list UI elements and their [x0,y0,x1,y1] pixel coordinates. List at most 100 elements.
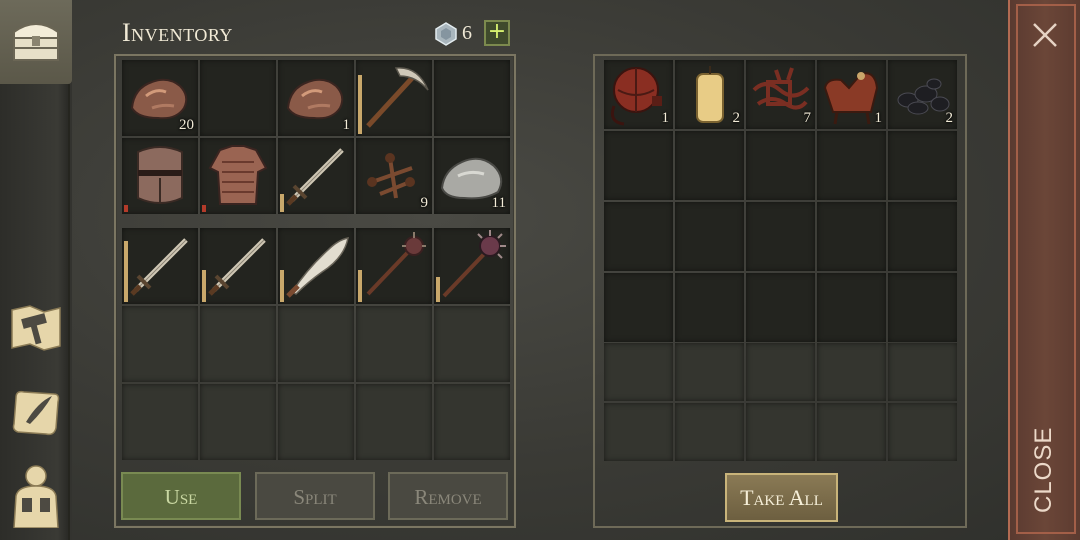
empty-slot[interactable] [746,273,815,342]
item-slot-saddle[interactable]: 1 [817,60,886,129]
close-label[interactable]: CLOSE [1030,420,1062,520]
empty-slot[interactable] [817,343,886,401]
empty-slot[interactable] [746,343,815,401]
empty-slot[interactable] [200,60,276,136]
item-count: 7 [803,110,812,126]
empty-slot[interactable] [817,202,886,271]
empty-slot[interactable] [434,60,510,136]
item-count: 20 [179,117,194,133]
split-button[interactable]: Split [255,472,375,520]
close-icon[interactable] [1030,20,1060,50]
empty-slot[interactable] [675,202,744,271]
empty-slot[interactable] [746,202,815,271]
empty-slot[interactable] [434,306,510,382]
gem-currency: 6 + [434,20,514,48]
item-slot-candle[interactable]: 2 [675,60,744,129]
empty-slot[interactable] [817,403,886,461]
pickaxe-icon [366,67,429,128]
inventory-weapon-row [122,228,510,304]
item-slot-chainmail[interactable] [200,138,276,214]
morningstar-icon [442,230,506,298]
empty-slot[interactable] [604,273,673,342]
close-panel[interactable]: CLOSE [1008,0,1080,540]
add-gems-button[interactable]: + [484,20,510,46]
inventory-title: Inventory [122,18,233,47]
empty-slot[interactable] [434,384,510,460]
empty-slot[interactable] [675,131,744,200]
empty-slot[interactable] [888,202,957,271]
sidebar-tab-inventory[interactable] [0,0,72,84]
empty-slot[interactable] [604,403,673,461]
item-slot-mace[interactable] [356,228,432,304]
hammer-map-icon [11,305,61,351]
empty-slot[interactable] [817,273,886,342]
sidebar-tab-crafting[interactable] [8,300,64,356]
inventory-empty-slots [122,306,510,460]
gem-count: 6 [462,22,472,44]
sword-icon [130,238,188,296]
item-count: 9 [420,195,429,211]
item-slot-stone[interactable]: 11 [434,138,510,214]
empty-slot[interactable] [675,343,744,401]
empty-slot[interactable] [817,131,886,200]
item-slot-great-helm[interactable] [122,138,198,214]
sidebar-tab-character[interactable] [8,462,64,529]
sidebar [0,0,72,540]
item-slot-copper-ore[interactable]: 1 [278,60,354,136]
empty-slot[interactable] [278,306,354,382]
sword-icon [208,238,266,296]
empty-slot[interactable] [746,131,815,200]
use-button[interactable]: Use [121,472,241,520]
character-backpack-icon [13,465,59,529]
mace-icon [366,232,426,296]
durability-bar [436,277,440,302]
item-slot-sword[interactable] [122,228,198,304]
item-slot-scimitar[interactable] [278,228,354,304]
item-slot-morningstar[interactable] [434,228,510,304]
empty-slot[interactable] [675,273,744,342]
empty-slot[interactable] [200,306,276,382]
empty-slot[interactable] [604,343,673,401]
inventory-grid: 20 1 9 11 [122,60,510,214]
durability-bar [280,194,284,212]
remove-button[interactable]: Remove [388,472,508,520]
gem-icon [435,22,457,46]
empty-slot[interactable] [675,403,744,461]
container-locked-slots [604,343,957,461]
empty-slot[interactable] [278,384,354,460]
empty-slot[interactable] [746,403,815,461]
durability-bar [124,205,128,212]
sword-icon [286,148,344,206]
empty-slot[interactable] [888,131,957,200]
item-count: 1 [661,110,670,126]
empty-slot[interactable] [356,306,432,382]
item-slot-pickaxe[interactable] [356,60,432,136]
item-slot-sword[interactable] [278,138,354,214]
durability-bar [358,75,362,134]
sidebar-tab-quests[interactable] [8,384,64,440]
item-slot-leather-flask[interactable]: 1 [604,60,673,129]
item-slot-sword[interactable] [200,228,276,304]
empty-slot[interactable] [122,306,198,382]
item-count: 11 [491,195,506,211]
item-count: 2 [945,110,954,126]
empty-slot[interactable] [356,384,432,460]
great-helm-icon [137,146,183,204]
empty-slot[interactable] [200,384,276,460]
item-count: 1 [874,110,883,126]
container-grid: 12712 [604,60,957,342]
empty-slot[interactable] [604,202,673,271]
item-slot-coal[interactable]: 2 [888,60,957,129]
empty-slot[interactable] [604,131,673,200]
empty-slot[interactable] [888,343,957,401]
item-slot-nails[interactable]: 9 [356,138,432,214]
durability-bar [202,270,206,302]
empty-slot[interactable] [888,403,957,461]
take-all-button[interactable]: Take All [725,473,838,522]
empty-slot[interactable] [122,384,198,460]
empty-slot[interactable] [888,273,957,342]
scroll-quill-icon [12,390,60,436]
chest-icon [13,23,59,61]
item-slot-copper-ore[interactable]: 20 [122,60,198,136]
item-slot-leather-straps[interactable]: 7 [746,60,815,129]
